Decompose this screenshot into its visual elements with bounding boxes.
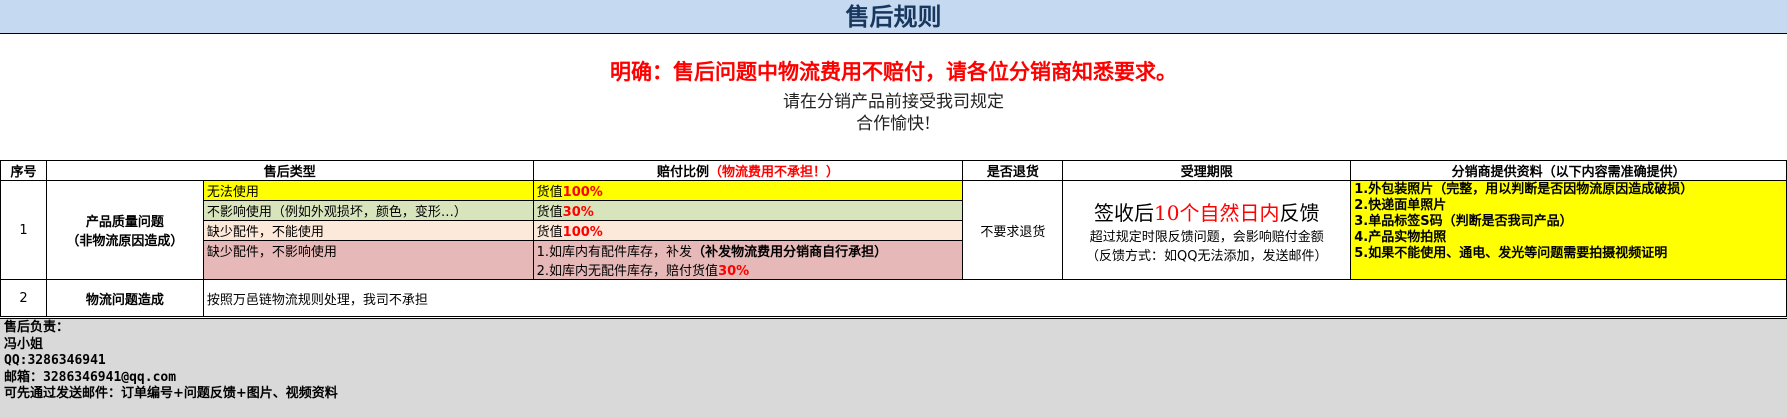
ratio-line2-text: 2.如库内无配件库存，赔付货值 <box>536 264 719 279</box>
header-ratio[interactable]: 赔付比例（物流费用不承担！） <box>532 160 964 181</box>
row1-ratio-3[interactable]: 货值100% <box>532 220 964 241</box>
footer-name: 冯小姐 <box>4 336 44 352</box>
table-row: 1 产品质量问题 （非物流原因造成） 无法使用 货值100% 不要求退货 签收后… <box>0 180 1787 280</box>
row1-no[interactable]: 1 <box>0 180 47 280</box>
ratio-line-1: 1.如库内有配件库存，补发（补发物流费用分销商自行承担） <box>536 242 960 260</box>
ratio-line-2: 2.如库内无配件库存，赔付货值30% <box>537 260 960 279</box>
notice-highlight: 明确：售后问题中物流费用不赔付，请各位分销商知悉要求。 <box>610 59 1177 84</box>
row1-docs[interactable]: 1.外包装照片（完整，用以判断是否因物流原因造成破损） 2.快递面单照片 3.单… <box>1350 180 1787 280</box>
table-row: 2 物流问题造成 按照万邑链物流规则处理，我司不承担 <box>0 279 1787 317</box>
ratio-line2-pct: 30% <box>718 264 750 279</box>
period-a: 签收后 <box>1094 200 1155 225</box>
row1-type-1[interactable]: 无法使用 <box>202 180 534 201</box>
row2-desc[interactable]: 按照万邑链物流规则处理，我司不承担 <box>202 279 1787 317</box>
row1-category[interactable]: 产品质量问题 （非物流原因造成） <box>45 180 204 280</box>
row1-type-4[interactable]: 缺少配件，不影响使用 <box>202 240 534 280</box>
ratio-pct: 100% <box>562 225 603 240</box>
row1-category-line1: 产品质量问题 <box>85 215 164 230</box>
spreadsheet: 售后规则 明确：售后问题中物流费用不赔付，请各位分销商知悉要求。 请在分销产品前… <box>0 0 1787 418</box>
footer-qq: QQ:3286346941 <box>4 353 106 368</box>
ratio-label: 货值 <box>536 225 563 240</box>
docs-item-4: 4.产品实物拍照 <box>1354 230 1447 245</box>
header-ratio-note: （物流费用不承担！） <box>709 165 840 180</box>
footer-note: 可先通过发送邮件：订单编号+问题反馈+图片、视频资料 <box>4 386 338 401</box>
header-type[interactable]: 售后类型 <box>45 160 534 181</box>
ratio-line1-bold: （补发物流费用分销商自行承担） <box>692 245 888 260</box>
header-period[interactable]: 受理期限 <box>1062 160 1352 181</box>
ratio-label: 货值 <box>536 185 563 200</box>
period-line2: 超过规定时限反馈问题，会影响赔付金额 <box>1089 229 1324 245</box>
period-c: 反馈 <box>1279 200 1320 225</box>
rules-table: 序号 售后类型 赔付比例（物流费用不承担！） 是否退货 受理期限 分销商提供资料… <box>0 160 1787 317</box>
header-docs[interactable]: 分销商提供资料（以下内容需准确提供） <box>1350 160 1787 181</box>
header-return[interactable]: 是否退货 <box>962 160 1064 181</box>
row2-no[interactable]: 2 <box>0 279 47 317</box>
header-ratio-label: 赔付比例 <box>657 165 710 180</box>
row2-category[interactable]: 物流问题造成 <box>45 279 204 317</box>
ratio-pct: 100% <box>562 185 603 200</box>
row1-ratio-2[interactable]: 货值30% <box>532 200 964 221</box>
row1-type-3[interactable]: 缺少配件，不能使用 <box>202 220 534 241</box>
contact-footer[interactable]: 售后负责： 冯小姐 QQ:3286346941 邮箱：3286346941@qq… <box>0 318 1787 418</box>
row1-type-2[interactable]: 不影响使用（例如外观损坏，颜色，变形…） <box>202 200 534 221</box>
docs-item-2: 2.快递面单照片 <box>1354 198 1447 213</box>
period-main: 签收后10个自然日内反馈 <box>1066 197 1347 226</box>
docs-item-1: 1.外包装照片（完整，用以判断是否因物流原因造成破损） <box>1354 182 1694 197</box>
footer-email: 邮箱：3286346941@qq.com <box>4 369 177 385</box>
period-line3: （反馈方式：如QQ无法添加，发送邮件） <box>1086 248 1328 264</box>
row1-ratio-1[interactable]: 货值100% <box>532 180 964 201</box>
notice-line-2: 合作愉快! <box>856 114 931 134</box>
row1-ratio-4[interactable]: 1.如库内有配件库存，补发（补发物流费用分销商自行承担） 2.如库内无配件库存，… <box>532 240 964 280</box>
header-row: 序号 售后类型 赔付比例（物流费用不承担！） 是否退货 受理期限 分销商提供资料… <box>0 160 1787 181</box>
docs-item-5: 5.如果不能使用、通电、发光等问题需要拍摄视频证明 <box>1354 246 1668 261</box>
period-b: 10个自然日内 <box>1154 200 1280 225</box>
header-no[interactable]: 序号 <box>0 160 47 181</box>
row1-period[interactable]: 签收后10个自然日内反馈 超过规定时限反馈问题，会影响赔付金额 （反馈方式：如Q… <box>1062 180 1352 280</box>
ratio-label: 货值 <box>536 205 563 220</box>
row1-category-line2: （非物流原因造成） <box>66 234 184 249</box>
docs-item-3: 3.单品标签S码（判断是否我司产品） <box>1354 214 1573 229</box>
ratio-line1-text: 1.如库内有配件库存，补发 <box>536 245 693 260</box>
row1-return[interactable]: 不要求退货 <box>962 180 1064 280</box>
notice-cell[interactable]: 明确：售后问题中物流费用不赔付，请各位分销商知悉要求。 请在分销产品前接受我司规… <box>0 34 1787 160</box>
sheet-title[interactable]: 售后规则 <box>0 0 1787 34</box>
ratio-pct: 30% <box>562 205 594 220</box>
footer-label: 售后负责： <box>4 320 70 335</box>
